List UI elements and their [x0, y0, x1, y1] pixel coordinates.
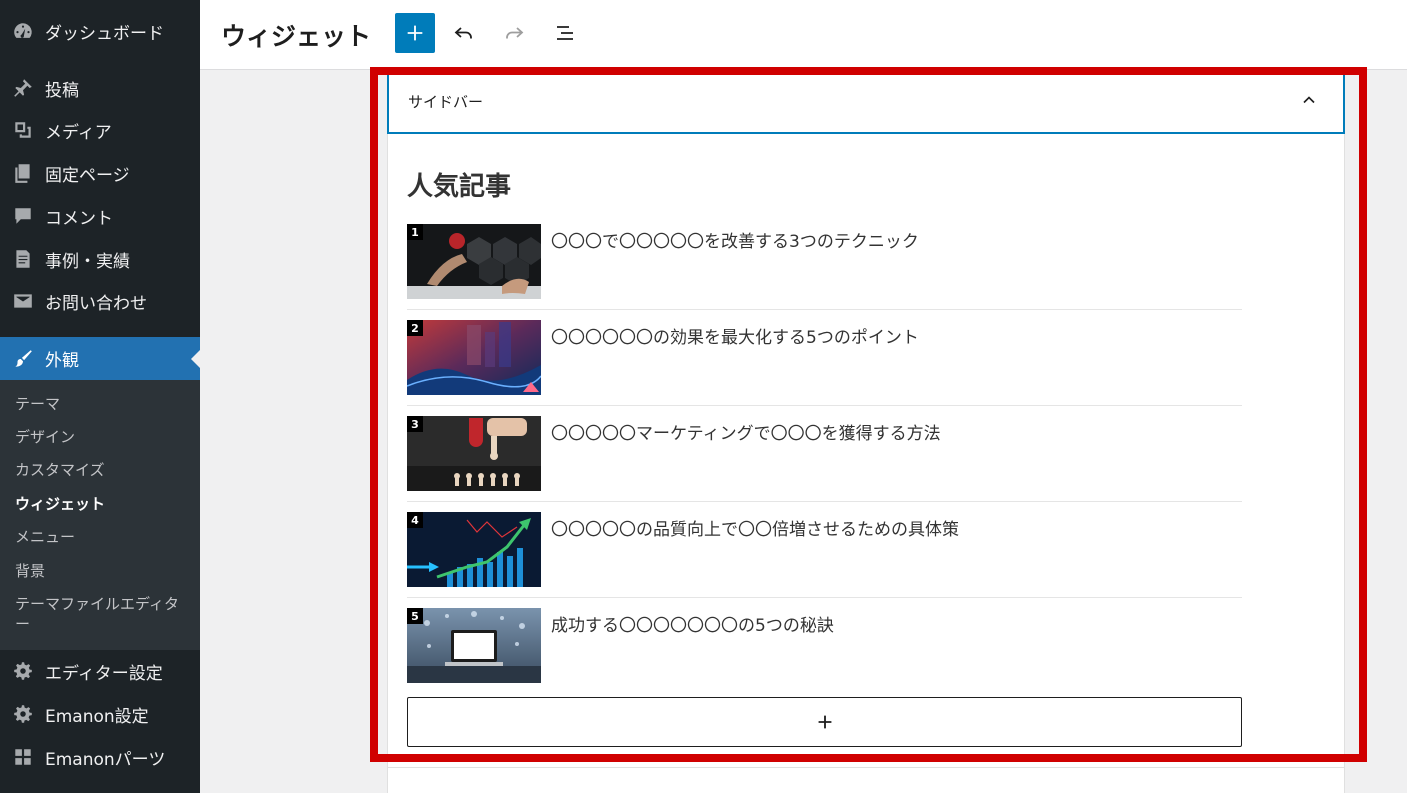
- post-thumbnail[interactable]: 1: [407, 224, 541, 299]
- post-title-link[interactable]: 〇〇〇〇〇マーケティングで〇〇〇を獲得する方法: [551, 419, 941, 444]
- list-item[interactable]: 4 〇〇〇〇〇の品質向上で〇〇倍増させるための具体策: [407, 512, 1242, 598]
- post-title-link[interactable]: 〇〇〇〇〇〇の効果を最大化する5つのポイント: [551, 323, 919, 348]
- post-thumbnail[interactable]: 2: [407, 320, 541, 395]
- gear-icon: [11, 659, 35, 683]
- chevron-up-icon[interactable]: [1299, 90, 1319, 110]
- undo-button[interactable]: [448, 17, 480, 49]
- sidebar-item-label: 外観: [45, 351, 79, 371]
- mail-icon: [11, 289, 35, 313]
- pages-icon: [11, 161, 35, 185]
- rank-badge: 1: [407, 224, 423, 240]
- sidebar-item-emanon-parts[interactable]: Emanonパーツ: [0, 736, 200, 778]
- post-thumbnail[interactable]: 3: [407, 416, 541, 491]
- widget-area-title: サイドバー: [408, 92, 484, 111]
- sidebar-item-editor-settings[interactable]: エディター設定: [0, 650, 200, 692]
- sidebar-item-media[interactable]: メディア: [0, 109, 200, 151]
- submenu-item-background[interactable]: 背景: [15, 561, 193, 581]
- active-indicator: [191, 350, 200, 368]
- undo-icon: [454, 27, 472, 39]
- comment-icon: [11, 204, 35, 228]
- grid-icon: [11, 745, 35, 769]
- post-title-link[interactable]: 〇〇〇で〇〇〇〇〇を改善する3つのテクニック: [551, 227, 919, 252]
- gear-icon: [11, 702, 35, 726]
- editor-header: ウィジェット: [200, 0, 1407, 70]
- redo-button[interactable]: [498, 17, 530, 49]
- submenu-item-widgets[interactable]: ウィジェット: [15, 494, 193, 514]
- sidebar-item-appearance[interactable]: 外観: [0, 337, 200, 380]
- submenu-item-design[interactable]: デザイン: [15, 427, 193, 447]
- media-icon: [11, 118, 35, 142]
- dashboard-icon: [11, 19, 35, 43]
- sidebar-item-label: Emanonパーツ: [45, 749, 166, 770]
- paintbrush-icon: [11, 347, 35, 371]
- list-item[interactable]: 5 成功する〇〇〇〇〇〇〇の5つの秘訣: [407, 608, 1242, 694]
- next-widget-area-divider: [387, 767, 1345, 768]
- submenu-item-customize[interactable]: カスタマイズ: [15, 460, 193, 480]
- sidebar-item-label: 固定ページ: [45, 165, 130, 186]
- submenu-item-theme-file-editor[interactable]: テーマファイルエディター: [15, 594, 193, 634]
- plus-icon: [407, 25, 423, 41]
- sidebar-item-posts[interactable]: 投稿: [0, 67, 200, 109]
- sidebar-item-label: お問い合わせ: [45, 293, 147, 314]
- post-title-link[interactable]: 成功する〇〇〇〇〇〇〇の5つの秘訣: [551, 611, 834, 636]
- appearance-submenu: テーマ デザイン カスタマイズ ウィジェット メニュー 背景 テーマファイルエデ…: [0, 380, 200, 650]
- sidebar-item-label: メディア: [45, 122, 112, 143]
- sidebar-item-label: 投稿: [45, 80, 79, 101]
- post-title-link[interactable]: 〇〇〇〇〇の品質向上で〇〇倍増させるための具体策: [551, 515, 959, 540]
- sidebar-item-label: 事例・実績: [45, 251, 130, 272]
- widget-area-header[interactable]: サイドバー: [387, 70, 1345, 134]
- sidebar-item-label: コメント: [45, 208, 113, 229]
- document-icon: [11, 247, 35, 271]
- post-thumbnail[interactable]: 4: [407, 512, 541, 587]
- sidebar-item-comments[interactable]: コメント: [0, 195, 200, 237]
- plus-icon: [818, 715, 831, 729]
- admin-sidebar: ダッシュボード 投稿 メディア 固定ページ コメント 事例・実績 お問い合わせ …: [0, 0, 200, 793]
- sidebar-item-cases[interactable]: 事例・実績: [0, 238, 200, 280]
- sidebar-item-emanon-settings[interactable]: Emanon設定: [0, 693, 200, 735]
- sidebar-item-label: Emanon設定: [45, 706, 149, 727]
- list-item[interactable]: 3 〇〇〇〇〇マーケティングで〇〇〇を獲得する方法: [407, 416, 1242, 502]
- sidebar-item-label: エディター設定: [45, 663, 163, 684]
- pin-icon: [11, 76, 35, 100]
- sidebar-item-contact[interactable]: お問い合わせ: [0, 280, 200, 322]
- list-view-button[interactable]: [549, 17, 581, 49]
- submenu-item-menus[interactable]: メニュー: [15, 527, 193, 547]
- add-block-appender-button[interactable]: [407, 697, 1242, 747]
- submenu-item-themes[interactable]: テーマ: [15, 394, 193, 414]
- rank-badge: 3: [407, 416, 423, 432]
- post-thumbnail[interactable]: 5: [407, 608, 541, 683]
- rank-badge: 4: [407, 512, 423, 528]
- page-title: ウィジェット: [221, 22, 372, 51]
- sidebar-item-dashboard[interactable]: ダッシュボード: [0, 10, 200, 52]
- list-item[interactable]: 2 〇〇〇〇〇〇の効果を最大化する5つのポイント: [407, 320, 1242, 406]
- rank-badge: 2: [407, 320, 423, 336]
- sidebar-item-pages[interactable]: 固定ページ: [0, 152, 200, 194]
- list-view-icon: [557, 26, 573, 40]
- redo-icon: [506, 27, 524, 39]
- add-block-button[interactable]: [395, 13, 435, 53]
- widget-title: 人気記事: [407, 172, 512, 202]
- list-item[interactable]: 1 〇〇〇で〇〇〇〇〇を改善する3つのテクニック: [407, 224, 1242, 310]
- rank-badge: 5: [407, 608, 423, 624]
- sidebar-item-label: ダッシュボード: [45, 23, 164, 44]
